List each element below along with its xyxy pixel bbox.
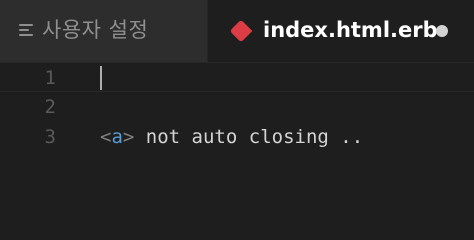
tag-close-bracket: >: [122, 126, 135, 148]
code-line-1[interactable]: 1: [0, 62, 474, 92]
tab-label-settings: 사용자 설정: [42, 18, 149, 42]
code-area[interactable]: 1 2 3 <a> not auto closing ..: [0, 62, 474, 217]
tab-bar: 사용자 설정 index.html.erb: [0, 0, 474, 62]
line-number: 1: [44, 67, 56, 89]
tab-user-settings[interactable]: 사용자 설정: [0, 0, 208, 62]
text-cursor: [100, 66, 102, 90]
line-content: <a> not auto closing ..: [100, 122, 363, 152]
code-line-2[interactable]: 2: [0, 92, 474, 122]
plain-text: not auto closing ..: [134, 126, 364, 148]
unsaved-dot-icon[interactable]: [436, 25, 448, 37]
settings-lines-icon: [19, 24, 33, 38]
tab-label-file: index.html.erb: [263, 18, 438, 42]
line-number: 2: [44, 96, 56, 118]
tag-name: a: [111, 126, 123, 148]
code-editor: 사용자 설정 index.html.erb 1 2 3 <a> not auto…: [0, 0, 474, 217]
code-line-3[interactable]: 3 <a> not auto closing ..: [0, 122, 474, 152]
line-number: 3: [44, 126, 56, 148]
tag-open-bracket: <: [100, 126, 112, 148]
